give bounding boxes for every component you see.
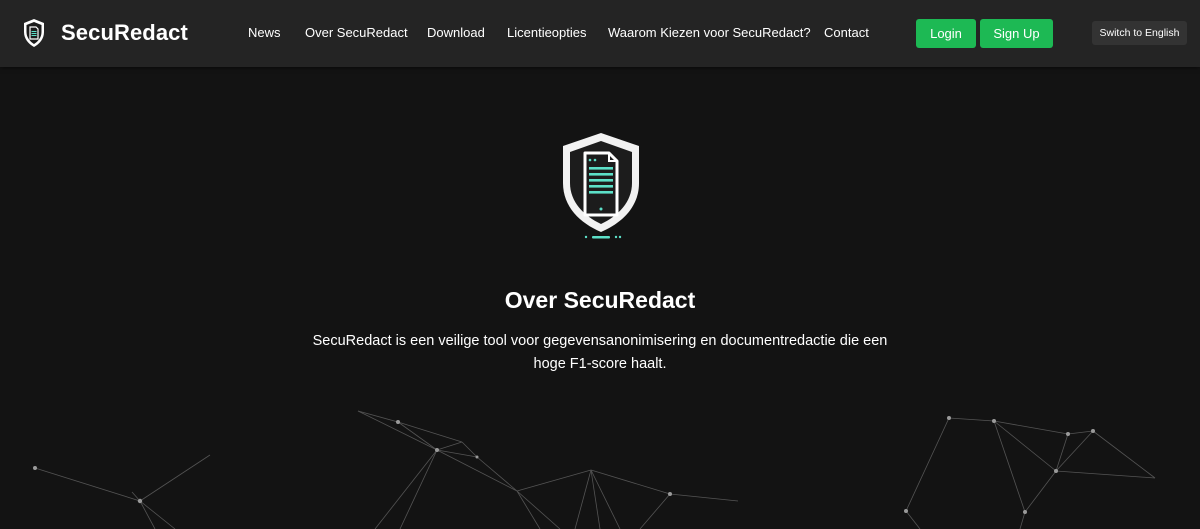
network-background xyxy=(33,410,1156,529)
login-button[interactable]: Login xyxy=(916,19,976,48)
switch-language-button[interactable]: Switch to English xyxy=(1092,21,1187,45)
nav-link-download[interactable]: Download xyxy=(427,25,485,41)
signup-button[interactable]: Sign Up xyxy=(980,19,1053,48)
nav-link-over-securedact[interactable]: Over SecuRedact xyxy=(305,25,408,41)
brand-name: SecuRedact xyxy=(61,20,188,45)
brand-home-link[interactable]: SecuRedact xyxy=(22,17,188,49)
page-title: Over SecuRedact xyxy=(504,287,696,313)
hero-description: SecuRedact is een veilige tool voor gege… xyxy=(312,333,888,372)
nav-link-licentieopties[interactable]: Licentieopties xyxy=(507,25,587,41)
nav-link-contact[interactable]: Contact xyxy=(824,25,869,41)
nav-link-news[interactable]: News xyxy=(248,25,281,41)
shield-document-icon xyxy=(563,133,639,239)
shield-document-icon xyxy=(24,19,44,47)
nav-link-waarom-kiezen[interactable]: Waarom Kiezen voor SecuRedact? xyxy=(608,25,811,41)
navbar: SecuRedact News Over SecuRedact Download… xyxy=(0,0,1200,67)
